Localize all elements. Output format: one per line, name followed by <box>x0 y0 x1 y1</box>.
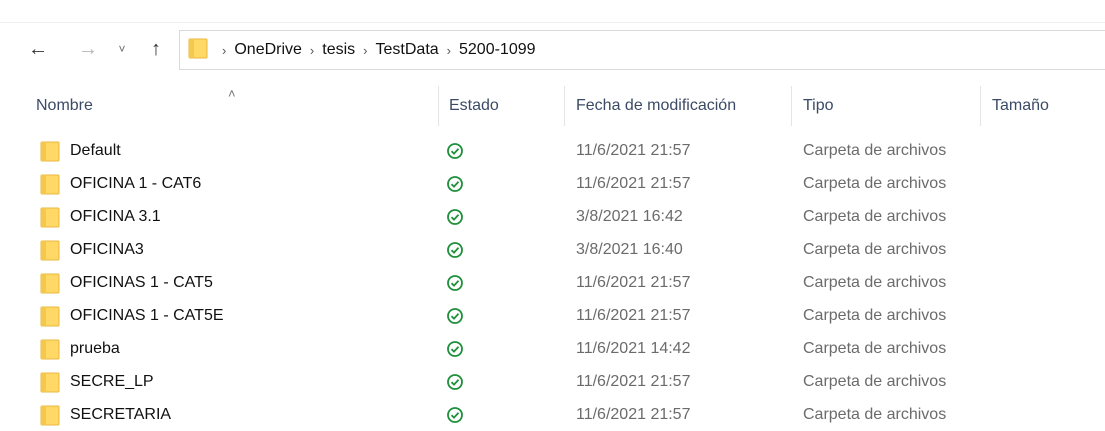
chevron-down-icon: ˅ <box>118 42 126 56</box>
folder-icon <box>40 405 60 431</box>
file-name[interactable]: OFICINAS 1 - CAT5 <box>70 266 213 299</box>
file-type: Carpeta de archivos <box>803 273 947 291</box>
column-type[interactable]: Tipo <box>803 86 978 126</box>
file-modified: 11/6/2021 21:57 <box>576 174 691 192</box>
file-type: Carpeta de archivos <box>803 207 947 225</box>
breadcrumb-tesis[interactable]: tesis <box>322 41 355 59</box>
breadcrumb-separator[interactable]: › <box>447 43 451 58</box>
synced-icon <box>444 233 466 266</box>
file-type: Carpeta de archivos <box>803 240 947 258</box>
folder-icon <box>40 240 60 266</box>
file-type: Carpeta de archivos <box>803 372 947 390</box>
column-size[interactable]: Tamaño <box>992 86 1092 126</box>
file-name[interactable]: SECRETARIA <box>70 398 171 431</box>
column-name[interactable]: Nombre <box>36 86 436 126</box>
navigation-bar: ← → ˅ ↑ › OneDrive › tesis › TestData › … <box>0 26 1105 72</box>
file-modified: 11/6/2021 14:42 <box>576 339 691 357</box>
synced-icon <box>444 299 466 332</box>
file-name[interactable]: OFICINA3 <box>70 233 144 266</box>
file-modified: 11/6/2021 21:57 <box>576 405 691 423</box>
file-modified: 11/6/2021 21:57 <box>576 306 691 324</box>
file-name[interactable]: OFICINA 1 - CAT6 <box>70 167 201 200</box>
breadcrumb-onedrive[interactable]: OneDrive <box>234 41 302 59</box>
folder-icon <box>40 174 60 200</box>
up-arrow-icon: ↑ <box>151 37 161 60</box>
file-name[interactable]: Default <box>70 134 121 167</box>
file-modified: 11/6/2021 21:57 <box>576 372 691 390</box>
file-row[interactable]: OFICINA 3.1 3/8/2021 16:42 Carpeta de ar… <box>0 200 1105 233</box>
address-bar[interactable]: › OneDrive › tesis › TestData › 5200-109… <box>179 30 1105 70</box>
file-row[interactable]: SECRE_LP 11/6/2021 21:57 Carpeta de arch… <box>0 365 1105 398</box>
breadcrumb-testdata[interactable]: TestData <box>376 41 439 59</box>
file-type: Carpeta de archivos <box>803 306 947 324</box>
back-arrow-icon: ← <box>28 37 48 60</box>
column-divider[interactable] <box>564 86 565 126</box>
folder-icon <box>40 306 60 332</box>
file-name[interactable]: OFICINAS 1 - CAT5E <box>70 299 224 332</box>
forward-arrow-icon: → <box>78 37 98 60</box>
title-strip <box>0 0 1105 23</box>
column-header: ˄ Nombre Estado Fecha de modificación Ti… <box>0 86 1105 126</box>
file-type: Carpeta de archivos <box>803 174 947 192</box>
breadcrumb-separator[interactable]: › <box>310 43 314 58</box>
file-modified: 3/8/2021 16:40 <box>576 240 683 258</box>
file-modified: 11/6/2021 21:57 <box>576 141 691 159</box>
folder-icon <box>40 339 60 365</box>
breadcrumb-separator[interactable]: › <box>363 43 367 58</box>
file-row[interactable]: OFICINAS 1 - CAT5 11/6/2021 21:57 Carpet… <box>0 266 1105 299</box>
column-divider[interactable] <box>438 86 439 126</box>
file-name[interactable]: prueba <box>70 332 120 365</box>
file-modified: 3/8/2021 16:42 <box>576 207 683 225</box>
file-name[interactable]: SECRE_LP <box>70 365 154 398</box>
file-row[interactable]: OFICINAS 1 - CAT5E 11/6/2021 21:57 Carpe… <box>0 299 1105 332</box>
synced-icon <box>444 167 466 200</box>
folder-icon <box>40 273 60 299</box>
forward-button[interactable]: → <box>74 36 102 62</box>
file-row[interactable]: SECRETARIA 11/6/2021 21:57 Carpeta de ar… <box>0 398 1105 431</box>
synced-icon <box>444 332 466 365</box>
file-row[interactable]: OFICINA 1 - CAT6 11/6/2021 21:57 Carpeta… <box>0 167 1105 200</box>
back-button[interactable]: ← <box>24 36 52 62</box>
up-button[interactable]: ↑ <box>142 36 170 62</box>
recent-locations-button[interactable]: ˅ <box>112 36 132 62</box>
file-type: Carpeta de archivos <box>803 405 947 423</box>
column-status[interactable]: Estado <box>449 86 559 126</box>
synced-icon <box>444 134 466 167</box>
breadcrumb-separator: › <box>222 42 227 58</box>
synced-icon <box>444 398 466 431</box>
file-row[interactable]: Default 11/6/2021 21:57 Carpeta de archi… <box>0 134 1105 167</box>
breadcrumb-5200-1099[interactable]: 5200-1099 <box>459 41 536 59</box>
file-row[interactable]: prueba 11/6/2021 14:42 Carpeta de archiv… <box>0 332 1105 365</box>
file-type: Carpeta de archivos <box>803 141 947 159</box>
file-row[interactable]: OFICINA3 3/8/2021 16:40 Carpeta de archi… <box>0 233 1105 266</box>
file-type: Carpeta de archivos <box>803 339 947 357</box>
folder-icon <box>40 207 60 233</box>
folder-icon <box>188 37 208 64</box>
synced-icon <box>444 200 466 233</box>
column-divider[interactable] <box>980 86 981 126</box>
column-divider[interactable] <box>791 86 792 126</box>
file-modified: 11/6/2021 21:57 <box>576 273 691 291</box>
folder-icon <box>40 141 60 167</box>
file-name[interactable]: OFICINA 3.1 <box>70 200 161 233</box>
synced-icon <box>444 266 466 299</box>
folder-icon <box>40 372 60 398</box>
column-modified[interactable]: Fecha de modificación <box>576 86 786 126</box>
synced-icon <box>444 365 466 398</box>
